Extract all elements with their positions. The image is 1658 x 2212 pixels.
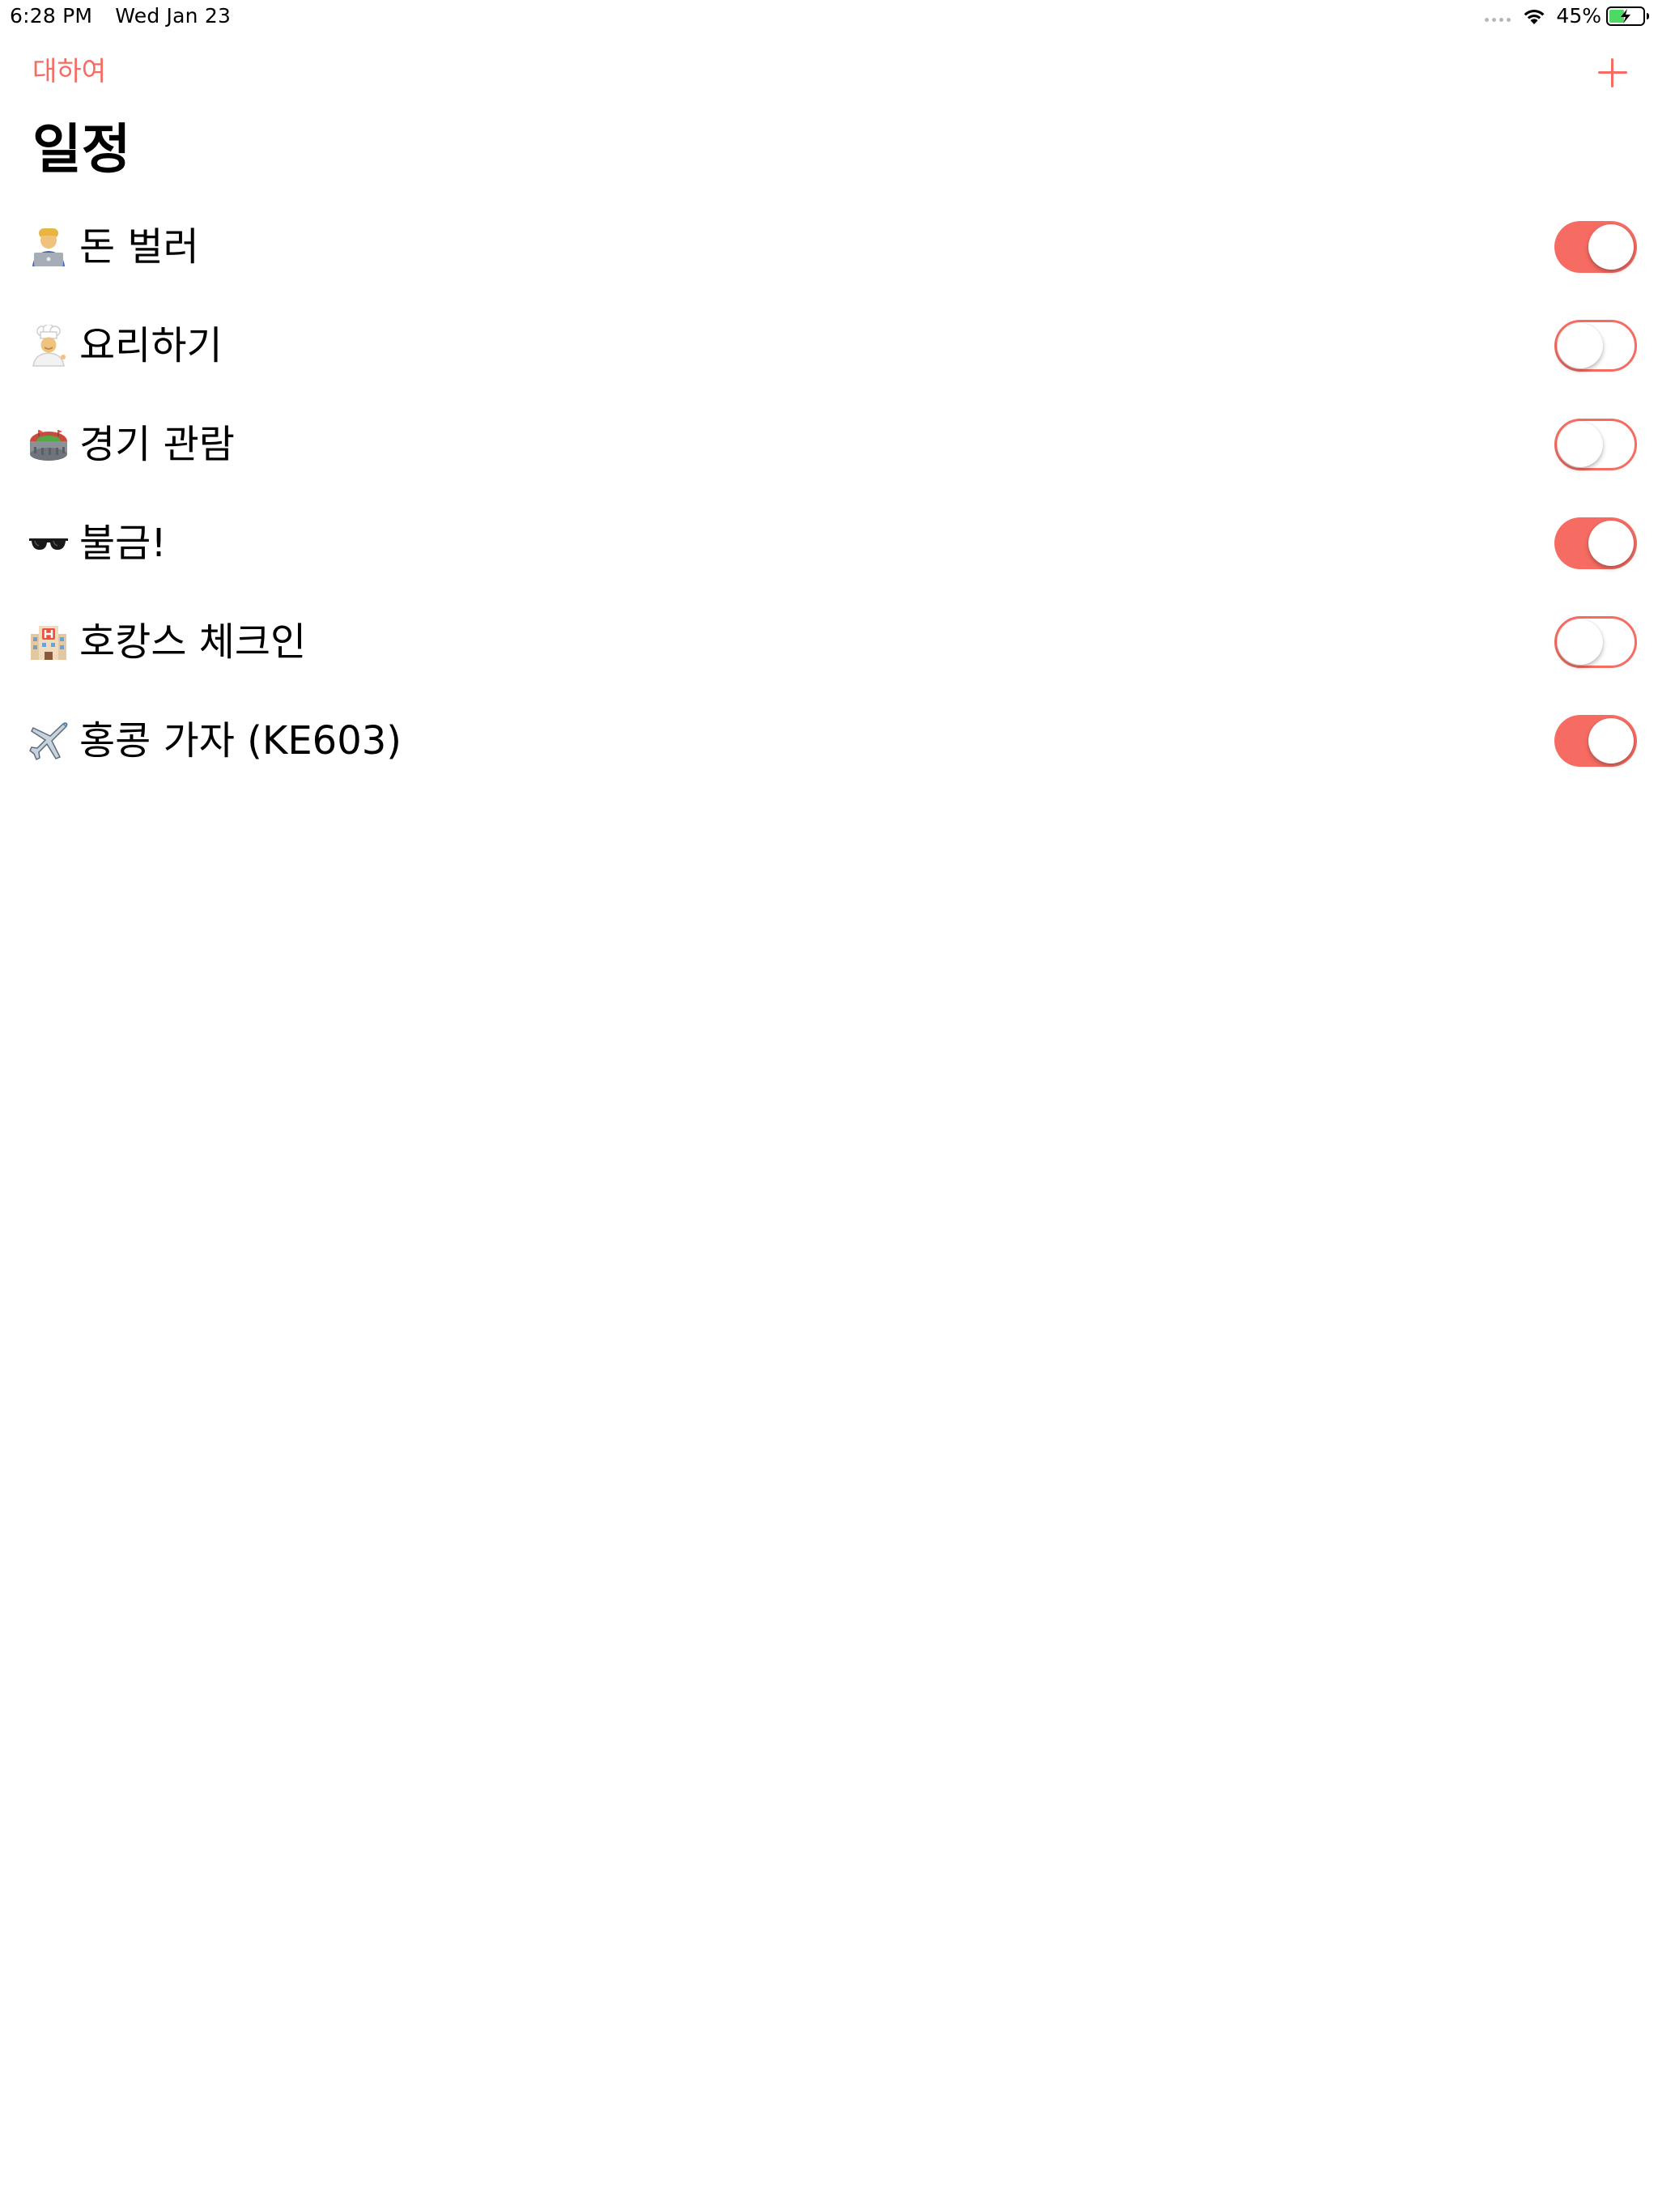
add-button[interactable] xyxy=(1593,53,1632,92)
wifi-icon xyxy=(1524,10,1545,24)
status-time: 6:28 PM xyxy=(10,4,93,28)
toggle-knob xyxy=(1558,422,1603,467)
technologist-icon xyxy=(28,226,70,268)
schedule-list: 돈 벌러 요리하기 경기 관람 불금! 호캉스 체크인 홍콩 가자 (KE603… xyxy=(0,198,1658,790)
toggle-switch[interactable] xyxy=(1554,517,1637,569)
sunglasses-icon xyxy=(28,522,70,564)
toggle-switch[interactable] xyxy=(1554,320,1637,372)
page-title: 일정 xyxy=(32,118,131,181)
toggle-knob xyxy=(1588,224,1634,270)
battery-percent: 45% xyxy=(1556,4,1601,28)
stadium-icon xyxy=(28,423,70,466)
toggle-switch[interactable] xyxy=(1554,221,1637,273)
toggle-knob xyxy=(1588,718,1634,764)
cellular-signal-icon xyxy=(1485,17,1511,22)
list-item-label: 경기 관람 xyxy=(28,419,235,470)
list-item-label: 호캉스 체크인 xyxy=(28,617,306,667)
toggle-knob xyxy=(1558,323,1603,368)
status-date: Wed Jan 23 xyxy=(115,4,232,28)
list-item: 호캉스 체크인 xyxy=(0,593,1658,691)
list-item-label: 홍콩 가자 (KE603) xyxy=(28,716,402,766)
cook-icon xyxy=(28,325,70,367)
toggle-switch[interactable] xyxy=(1554,419,1637,470)
app-screen: 6:28 PM Wed Jan 23 45% 대하여 일정 돈 벌러 요리하기 … xyxy=(0,0,1658,2212)
back-button[interactable]: 대하여 xyxy=(32,52,106,91)
list-item-text: 불금! xyxy=(79,521,167,566)
list-item-label: 돈 벌러 xyxy=(28,222,199,272)
list-item: 돈 벌러 xyxy=(0,198,1658,296)
list-item-text: 호캉스 체크인 xyxy=(79,619,307,665)
toggle-switch[interactable] xyxy=(1554,715,1637,767)
list-item-text: 경기 관람 xyxy=(79,422,235,467)
airplane-icon xyxy=(28,720,70,762)
status-left: 6:28 PM Wed Jan 23 xyxy=(10,3,231,29)
list-item-text: 홍콩 가자 (KE603) xyxy=(79,718,402,764)
battery-charging-icon xyxy=(1606,6,1649,26)
hotel-icon xyxy=(28,621,70,663)
status-right: 45% xyxy=(1485,3,1650,29)
list-item-text: 요리하기 xyxy=(79,323,223,368)
toggle-knob xyxy=(1558,619,1603,665)
list-item: 홍콩 가자 (KE603) xyxy=(0,691,1658,790)
list-item: 요리하기 xyxy=(0,296,1658,395)
status-bar: 6:28 PM Wed Jan 23 45% xyxy=(0,0,1658,32)
list-item-label: 요리하기 xyxy=(28,321,223,371)
toggle-knob xyxy=(1588,521,1634,566)
list-item-text: 돈 벌러 xyxy=(79,224,199,270)
list-item: 불금! xyxy=(0,494,1658,593)
list-item-label: 불금! xyxy=(28,518,167,568)
list-item: 경기 관람 xyxy=(0,395,1658,494)
toggle-switch[interactable] xyxy=(1554,616,1637,668)
